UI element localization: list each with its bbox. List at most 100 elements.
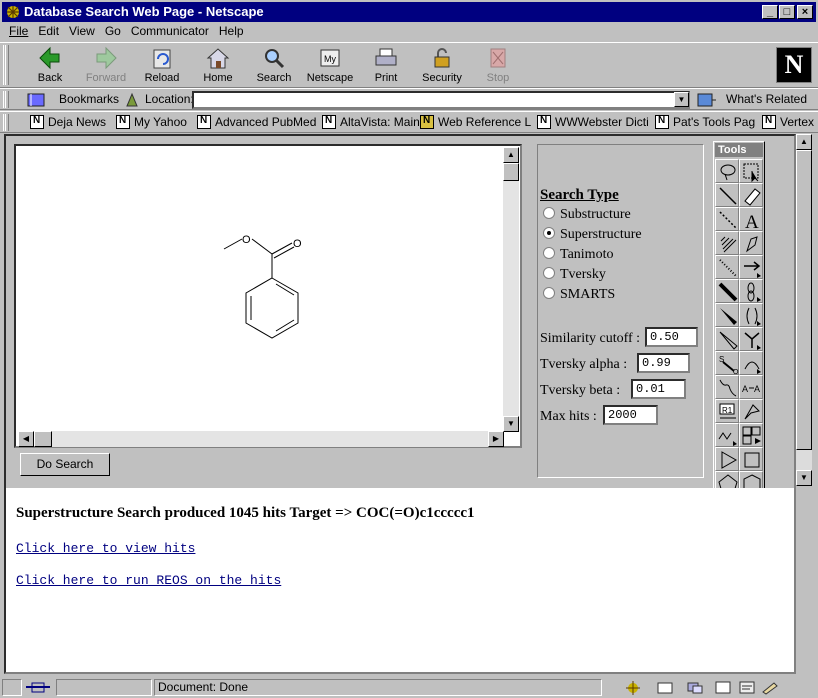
scroll-thumb[interactable]: [503, 163, 519, 181]
menu-communicator[interactable]: Communicator: [126, 23, 214, 39]
menu-view[interactable]: View: [64, 23, 100, 39]
max-hits-input[interactable]: 2000: [603, 405, 658, 425]
scroll-down-button[interactable]: ▼: [796, 470, 812, 486]
security-status-icon[interactable]: [760, 680, 780, 695]
toolbar-grip[interactable]: [3, 91, 9, 108]
link-my-yahoo[interactable]: My Yahoo: [116, 115, 187, 129]
minimize-button[interactable]: _: [762, 5, 778, 19]
radio-button[interactable]: [543, 247, 555, 259]
composer-alt-icon[interactable]: [738, 680, 756, 695]
run-reos-link[interactable]: Click here to run REOS on the hits: [16, 573, 281, 588]
hashed-bond-tool[interactable]: [715, 231, 739, 255]
scroll-down-button[interactable]: ▼: [503, 416, 519, 432]
link-web-reference[interactable]: Web Reference L: [420, 115, 531, 129]
radio-button[interactable]: [543, 227, 555, 239]
link-advanced-pubmed[interactable]: Advanced PubMed: [197, 115, 316, 129]
canvas-vertical-scrollbar[interactable]: ▲ ▼: [503, 147, 519, 432]
discussion-icon[interactable]: [686, 680, 704, 695]
do-search-button[interactable]: Do Search: [20, 453, 110, 476]
bookmarks-button[interactable]: Bookmarks: [59, 92, 119, 106]
radio-smarts[interactable]: SMARTS: [543, 287, 615, 303]
location-input[interactable]: [192, 91, 690, 109]
wavy-bond-tool[interactable]: [715, 375, 739, 399]
radio-substructure[interactable]: Substructure: [543, 207, 631, 223]
mailbox-icon[interactable]: [656, 680, 674, 695]
ring-chain-tool[interactable]: [715, 423, 739, 447]
reload-button[interactable]: Reload: [134, 46, 190, 88]
eraser-tool[interactable]: [739, 183, 763, 207]
scroll-left-button[interactable]: ◀: [18, 431, 34, 447]
radio-button[interactable]: [543, 207, 555, 219]
bracket-tool[interactable]: [739, 303, 763, 327]
toolbar-grip[interactable]: [3, 45, 9, 85]
forward-button[interactable]: Forward: [78, 46, 134, 88]
whats-related-button[interactable]: What's Related: [726, 92, 807, 106]
search-button[interactable]: Search: [246, 46, 302, 88]
chain-tool[interactable]: [739, 327, 763, 351]
link-pats-tools[interactable]: Pat's Tools Pag: [655, 115, 755, 129]
link-deja-news[interactable]: Deja News: [30, 115, 106, 129]
pen-tool[interactable]: [739, 231, 763, 255]
hashed-wedge-tool[interactable]: [715, 255, 739, 279]
single-bond-tool[interactable]: [715, 183, 739, 207]
scroll-right-button[interactable]: ▶: [488, 431, 504, 447]
link-altavista[interactable]: AltaVista: Main: [322, 115, 420, 129]
bold-bond-tool[interactable]: [715, 279, 739, 303]
connection-icon[interactable]: [24, 680, 52, 695]
hollow-wedge-tool[interactable]: [715, 327, 739, 351]
tversky-beta-input[interactable]: 0.01: [631, 379, 686, 399]
square-ring-tool[interactable]: [739, 447, 763, 471]
radio-button[interactable]: [543, 267, 555, 279]
security-button[interactable]: Security: [414, 46, 470, 88]
arrow-tool[interactable]: [739, 255, 763, 279]
atom-bond-icon: SO: [719, 355, 739, 375]
scroll-up-button[interactable]: ▲: [796, 134, 812, 150]
tversky-alpha-input[interactable]: 0.99: [637, 353, 690, 373]
print-button[interactable]: Print: [358, 46, 414, 88]
netscape-button[interactable]: My Netscape: [302, 46, 358, 88]
triangle-ring-tool[interactable]: [715, 447, 739, 471]
text-tool[interactable]: A: [739, 207, 763, 231]
view-hits-link[interactable]: Click here to view hits: [16, 541, 195, 556]
status-indicator: [2, 679, 22, 696]
component-navigator-icon[interactable]: [624, 680, 642, 695]
menu-edit[interactable]: Edit: [33, 23, 64, 39]
netscape-logo[interactable]: N: [776, 47, 812, 83]
menu-go[interactable]: Go: [100, 23, 126, 39]
canvas-horizontal-scrollbar[interactable]: ◀ ▶: [18, 431, 504, 447]
similarity-cutoff-label: Similarity cutoff :: [540, 331, 641, 346]
dashed-bond-tool[interactable]: [715, 207, 739, 231]
molecule-editor-canvas[interactable]: O O: [14, 144, 522, 448]
wedge-bond-tool[interactable]: [715, 303, 739, 327]
close-button[interactable]: ×: [797, 5, 813, 19]
lasso-tool[interactable]: [715, 159, 739, 183]
stop-button[interactable]: Stop: [470, 46, 526, 88]
scroll-up-button[interactable]: ▲: [503, 147, 519, 163]
radio-tversky[interactable]: Tversky: [543, 267, 606, 283]
link-vertex[interactable]: Vertex: [762, 115, 814, 129]
scroll-thumb[interactable]: [34, 431, 52, 447]
orbitals-palette-tool[interactable]: [739, 423, 763, 447]
back-button[interactable]: Back: [22, 46, 78, 88]
atom-bond-tool[interactable]: SO: [715, 351, 739, 375]
mapping-tool[interactable]: AA: [739, 375, 763, 399]
radio-button[interactable]: [543, 287, 555, 299]
link-wwwebster[interactable]: WWWebster Dicti: [537, 115, 649, 129]
menu-help[interactable]: Help: [214, 23, 249, 39]
menu-file[interactable]: File: [4, 23, 33, 39]
similarity-cutoff-input[interactable]: 0.50: [645, 327, 698, 347]
template-tool[interactable]: R1: [715, 399, 739, 423]
orbital-tool[interactable]: [739, 279, 763, 303]
radio-superstructure[interactable]: Superstructure: [543, 227, 642, 243]
toolbar-grip[interactable]: [3, 114, 9, 131]
maximize-button[interactable]: □: [779, 5, 795, 19]
location-dropdown-button[interactable]: ▼: [674, 92, 689, 107]
arc-tool[interactable]: [739, 351, 763, 375]
select-tool[interactable]: [739, 159, 763, 183]
radio-tanimoto[interactable]: Tanimoto: [543, 247, 613, 263]
composer-icon[interactable]: [714, 680, 732, 695]
marquee-tool[interactable]: [739, 399, 763, 423]
scroll-thumb[interactable]: [796, 150, 812, 450]
frame-vertical-scrollbar[interactable]: ▲ ▼: [796, 134, 812, 486]
home-button[interactable]: Home: [190, 46, 246, 88]
